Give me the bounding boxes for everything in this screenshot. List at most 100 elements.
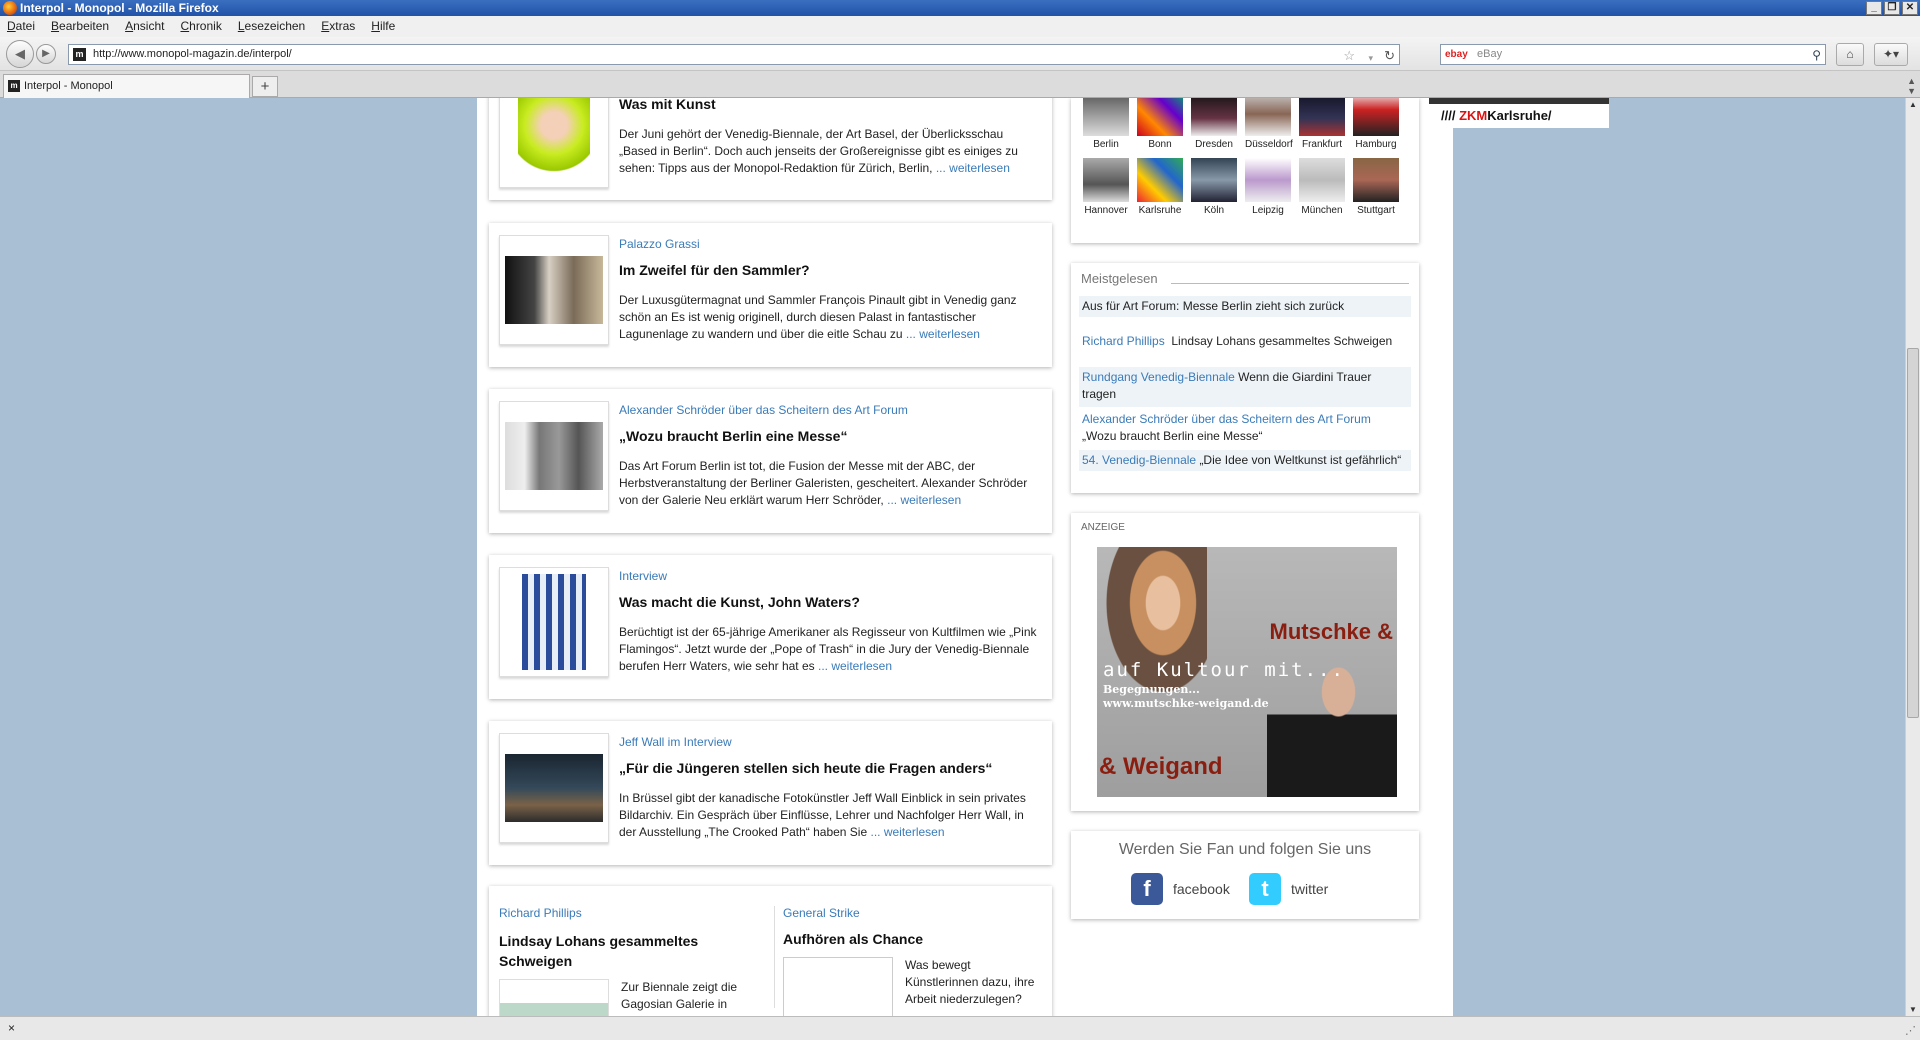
teaser-title[interactable]: Aufhören als Chance <box>783 931 1034 947</box>
scroll-up-icon[interactable]: ▲ <box>1909 100 1917 109</box>
teaser-body: Was bewegt Künstlerinnen dazu, ihre Arbe… <box>905 958 1035 1006</box>
tab-interpol[interactable]: m Interpol - Monopol <box>3 74 250 98</box>
teaser-body: Zur Biennale zeigt die Gagosian Galerie … <box>621 980 738 1011</box>
ebay-engine-icon[interactable]: ebay <box>1445 45 1468 64</box>
facebook-link[interactable]: f facebook <box>1131 873 1230 905</box>
city-link-hannover[interactable]: Hannover <box>1083 158 1129 216</box>
article-thumbnail[interactable] <box>499 98 609 188</box>
new-tab-button[interactable]: + <box>252 76 278 97</box>
article-kicker[interactable]: Alexander Schröder über das Scheitern de… <box>619 403 1044 417</box>
menu-chronik[interactable]: Chronik <box>180 16 221 37</box>
city-thumbnail <box>1299 158 1345 202</box>
most-read-item[interactable]: Alexander Schröder über das Scheitern de… <box>1079 409 1411 447</box>
read-more-link[interactable]: ... weiterlesen <box>906 327 980 341</box>
article-kicker[interactable]: Jeff Wall im Interview <box>619 735 1044 749</box>
read-more-link[interactable]: ... weiterlesen <box>887 493 961 507</box>
maximize-button[interactable]: ❐ <box>1884 1 1900 15</box>
article-thumbnail[interactable] <box>499 235 609 345</box>
tab-bar: m Interpol - Monopol + ▲ ▼ <box>0 71 1920 98</box>
resize-grip-icon[interactable]: ⋰ <box>1905 1020 1916 1040</box>
search-icon[interactable]: ⚲ <box>1812 46 1821 65</box>
teaser-right[interactable]: General Strike Aufhören als Chance Was b… <box>774 906 1035 1016</box>
article-body: Berüchtigt ist der 65-jährige Amerikaner… <box>619 625 1037 673</box>
article-title[interactable]: „Wozu braucht Berlin eine Messe“ <box>619 428 1044 444</box>
url-bar[interactable]: m http://www.monopol-magazin.de/interpol… <box>68 44 1400 65</box>
teaser-title[interactable]: Lindsay Lohans gesammeltes Schweigen <box>499 931 759 971</box>
zkm-logo-banner[interactable]: //// ZKMKarlsruhe/ <box>1429 98 1609 128</box>
most-read-item[interactable]: 54. Venedig-Biennale „Die Idee von Weltk… <box>1079 450 1411 471</box>
city-link-hamburg[interactable]: Hamburg <box>1353 98 1399 150</box>
article-thumbnail[interactable] <box>499 401 609 511</box>
social-box: Werden Sie Fan und folgen Sie uns f face… <box>1071 831 1419 919</box>
twitter-link[interactable]: t twitter <box>1249 873 1328 905</box>
minimize-button[interactable]: _ <box>1866 1 1882 15</box>
scrollbar-thumb[interactable] <box>1907 348 1919 718</box>
article-body: Der Luxusgütermagnat und Sammler Françoi… <box>619 293 1017 341</box>
city-link-münchen[interactable]: München <box>1299 158 1345 216</box>
article-card[interactable]: Palazzo Grassi Im Zweifel für den Sammle… <box>489 223 1052 367</box>
menu-lesezeichen[interactable]: Lesezeichen <box>238 16 305 37</box>
ad-banner[interactable]: Mutschke & auf Kultour mit... Begegnunge… <box>1097 547 1397 797</box>
most-read-item[interactable]: Aus für Art Forum: Messe Berlin zieht si… <box>1079 296 1411 317</box>
menu-hilfe[interactable]: Hilfe <box>371 16 395 37</box>
teaser-kicker[interactable]: General Strike <box>783 906 1034 920</box>
teaser-kicker[interactable]: Richard Phillips <box>499 906 759 920</box>
read-more-link[interactable]: ... weiterlesen <box>818 659 892 673</box>
home-icon: ⌂ <box>1846 47 1854 61</box>
article-card[interactable]: Was mit Kunst Der Juni gehört der Venedi… <box>489 98 1052 200</box>
article-title[interactable]: Was macht die Kunst, John Waters? <box>619 594 1044 610</box>
article-card[interactable]: Interview Was macht die Kunst, John Wate… <box>489 555 1052 699</box>
bookmark-star-icon[interactable]: ☆ <box>1343 46 1355 65</box>
city-link-karlsruhe[interactable]: Karlsruhe <box>1137 158 1183 216</box>
city-link-dresden[interactable]: Dresden <box>1191 98 1237 150</box>
city-link-stuttgart[interactable]: Stuttgart <box>1353 158 1399 216</box>
article-title[interactable]: „Für die Jüngeren stellen sich heute die… <box>619 760 1044 776</box>
back-button[interactable]: ◀ <box>6 40 34 68</box>
city-link-bonn[interactable]: Bonn <box>1137 98 1183 150</box>
city-link-köln[interactable]: Köln <box>1191 158 1237 216</box>
scroll-down-icon[interactable]: ▼ <box>1909 1005 1917 1014</box>
menu-extras[interactable]: Extras <box>321 16 355 37</box>
home-button[interactable]: ⌂ <box>1836 43 1864 66</box>
reload-icon[interactable]: ↻ <box>1384 46 1395 65</box>
article-kicker[interactable]: Interview <box>619 569 1044 583</box>
search-bar[interactable]: ebay eBay ⚲ <box>1440 44 1826 65</box>
city-thumbnail <box>1083 98 1129 136</box>
teaser-left[interactable]: Richard Phillips Lindsay Lohans gesammel… <box>499 906 759 1016</box>
article-thumbnail[interactable] <box>499 567 609 677</box>
vertical-scrollbar[interactable]: ▲ ▼ <box>1905 98 1920 1016</box>
read-more-link[interactable]: ... weiterlesen <box>936 161 1010 175</box>
read-more-link[interactable]: ... weiterlesen <box>871 825 945 839</box>
city-link-düsseldorf[interactable]: Düsseldorf <box>1245 98 1293 150</box>
city-label: Bonn <box>1148 139 1172 150</box>
teaser-thumbnail[interactable] <box>499 979 609 1016</box>
city-link-berlin[interactable]: Berlin <box>1083 98 1129 150</box>
city-link-leipzig[interactable]: Leipzig <box>1245 158 1291 216</box>
teaser-thumbnail[interactable] <box>783 957 893 1016</box>
close-findbar-icon[interactable]: × <box>8 1021 15 1035</box>
article-thumbnail[interactable] <box>499 733 609 843</box>
menu-bearbeiten[interactable]: Bearbeiten <box>51 16 109 37</box>
article-title[interactable]: Im Zweifel für den Sammler? <box>619 262 1044 278</box>
article-title[interactable]: Was mit Kunst <box>619 98 1044 112</box>
city-label: Düsseldorf <box>1245 139 1293 150</box>
city-label: Frankfurt <box>1301 139 1342 150</box>
city-label: Leipzig <box>1252 205 1284 216</box>
article-kicker[interactable]: Palazzo Grassi <box>619 237 1044 251</box>
firefox-logo-icon <box>3 1 17 15</box>
article-card[interactable]: Jeff Wall im Interview „Für die Jüngeren… <box>489 721 1052 865</box>
city-label: Köln <box>1203 205 1224 216</box>
article-card[interactable]: Alexander Schröder über das Scheitern de… <box>489 389 1052 533</box>
close-window-button[interactable]: ✕ <box>1902 1 1918 15</box>
forward-button[interactable]: ▶ <box>36 44 56 64</box>
tab-list-icon[interactable]: ▲ ▼ <box>1907 76 1916 96</box>
url-dropdown-icon[interactable]: ▾ <box>1368 49 1373 68</box>
most-read-item[interactable]: Richard Phillips Lindsay Lohans gesammel… <box>1079 331 1411 352</box>
city-link-frankfurt[interactable]: Frankfurt <box>1299 98 1345 150</box>
menu-ansicht[interactable]: Ansicht <box>125 16 164 37</box>
menu-datei[interactable]: Datei <box>7 16 35 37</box>
most-read-item[interactable]: Rundgang Venedig-Biennale Wenn die Giard… <box>1079 367 1411 407</box>
ad-url: www.mutschke-weigand.de <box>1103 697 1269 710</box>
plus-icon: + <box>260 78 270 95</box>
addon-button[interactable]: ✦▾ <box>1874 43 1908 66</box>
